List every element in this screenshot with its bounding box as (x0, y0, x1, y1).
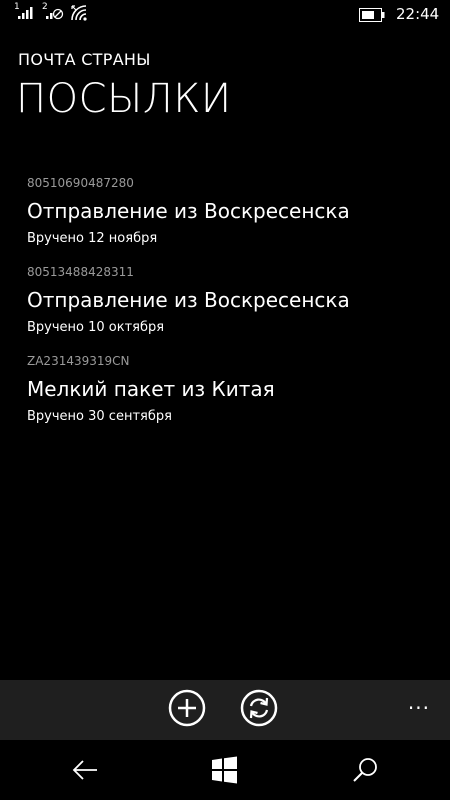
parcel-status: Вручено 10 октября (27, 320, 165, 335)
parcel-title: Мелкий пакет из Китая (27, 377, 275, 401)
tracking-number: 80510690487280 (27, 176, 134, 190)
add-icon[interactable] (168, 689, 206, 727)
refresh-icon[interactable] (240, 689, 278, 727)
parcel-item[interactable]: 80510690487280 Отправление из Воскресенс… (27, 176, 427, 265)
parcel-status: Вручено 12 ноября (27, 231, 158, 246)
more-options-button[interactable]: ··· (408, 696, 430, 720)
signal-icon (18, 7, 33, 19)
tracking-number: 80513488428311 (27, 265, 134, 279)
parcel-item[interactable]: 80513488428311 Отправление из Воскресенс… (27, 265, 427, 354)
page-title: ПОСЫЛКИ (16, 76, 232, 122)
back-icon[interactable] (71, 756, 99, 784)
parcel-title: Отправление из Воскресенска (27, 199, 350, 223)
battery-icon (359, 8, 385, 22)
parcel-title: Отправление из Воскресенска (27, 288, 350, 312)
app-title: ПОЧТА СТРАНЫ (18, 50, 151, 69)
search-icon[interactable] (351, 756, 379, 784)
windows-icon[interactable] (211, 756, 239, 784)
clock: 22:44 (396, 5, 440, 23)
wifi-icon (71, 5, 87, 21)
parcel-item[interactable]: ZA231439319CN Мелкий пакет из Китая Вруч… (27, 354, 427, 443)
status-bar: 1 2 22:44 (0, 0, 450, 32)
parcel-list: 80510690487280 Отправление из Воскресенс… (27, 176, 427, 443)
sim2-no-service-icon (46, 8, 64, 20)
parcel-status: Вручено 30 сентября (27, 409, 172, 424)
app-bar: ··· (0, 680, 450, 740)
navigation-bar (0, 740, 450, 800)
tracking-number: ZA231439319CN (27, 354, 130, 368)
